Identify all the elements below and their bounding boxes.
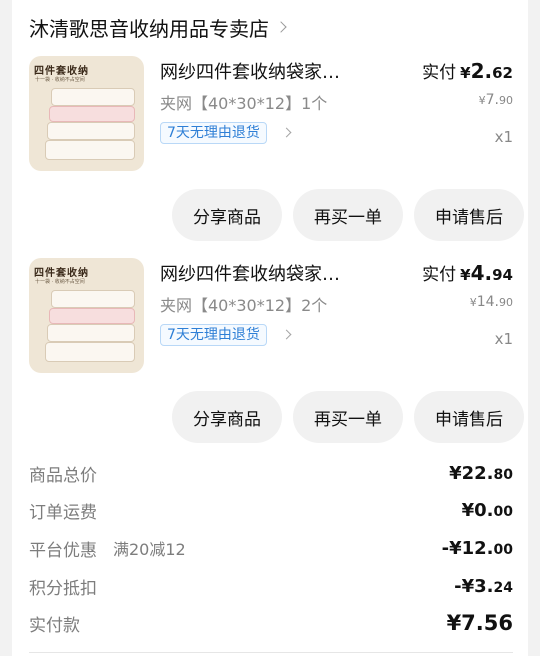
product-thumbnail[interactable]: 四件套收纳 十一袋 · 收纳不占空间 — [29, 258, 144, 373]
order-card: 沐清歌思音收纳用品专卖店 四件套收纳 十一袋 · 收纳不占空间 网纱四件套收纳袋… — [12, 0, 528, 656]
summary-label: 订单运费 — [29, 502, 97, 523]
thumbnail-subtitle: 十一袋 · 收纳不占空间 — [35, 279, 85, 285]
product-name[interactable]: 网纱四件套收纳袋家… — [160, 58, 410, 84]
summary-value: -¥3.24 — [454, 575, 513, 597]
paid-label: 实付 — [422, 63, 457, 83]
product-box-shape — [49, 308, 135, 324]
product-box-shape — [47, 324, 135, 342]
product-box-shape — [49, 106, 135, 122]
orig-currency: ¥ — [478, 94, 486, 107]
store-header[interactable]: 沐清歌思音收纳用品专卖店 — [29, 10, 287, 44]
share-product-button[interactable]: 分享商品 — [172, 189, 282, 241]
summary-row-paid: 实付款 ¥7.56 — [29, 608, 513, 638]
summary-value: ¥0.00 — [461, 499, 513, 521]
summary-value: ¥7.56 — [446, 611, 513, 635]
chevron-right-icon[interactable] — [281, 329, 292, 340]
order-item: 四件套收纳 十一袋 · 收纳不占空间 网纱四件套收纳袋家… 实付 ¥4.94 夹网… — [29, 258, 524, 446]
paid-price: 实付 ¥4.94 — [422, 260, 513, 285]
discount-note: 满20减12 — [113, 540, 186, 559]
return-policy-tag[interactable]: 7天无理由退货 — [160, 324, 267, 346]
summary-row-shipping: 订单运费 ¥0.00 — [29, 495, 513, 525]
original-price: ¥7.90 — [479, 92, 513, 108]
orig-decimal: 90 — [499, 94, 513, 107]
buy-again-button[interactable]: 再买一单 — [293, 189, 403, 241]
product-box-shape — [51, 290, 135, 308]
product-box-shape — [51, 88, 135, 106]
summary-label: 积分抵扣 — [29, 578, 97, 599]
paid-integer: 4. — [470, 261, 493, 285]
paid-currency: ¥ — [460, 64, 471, 82]
chevron-right-icon[interactable] — [281, 127, 292, 138]
store-name[interactable]: 沐清歌思音收纳用品专卖店 — [29, 13, 269, 42]
product-thumbnail[interactable]: 四件套收纳 十一袋 · 收纳不占空间 — [29, 56, 144, 171]
thumbnail-subtitle: 十一袋 · 收纳不占空间 — [35, 77, 85, 83]
product-box-shape — [45, 140, 135, 160]
orig-integer: 14. — [476, 294, 499, 310]
thumbnail-title: 四件套收纳 — [34, 66, 89, 77]
product-spec: 夹网【40*30*12】1个 — [160, 94, 328, 113]
orig-currency: ¥ — [469, 296, 477, 309]
thumbnail-title: 四件套收纳 — [34, 268, 89, 279]
return-policy-tag[interactable]: 7天无理由退货 — [160, 122, 267, 144]
summary-row-points: 积分抵扣 -¥3.24 — [29, 571, 513, 601]
paid-integer: 2. — [470, 59, 493, 83]
orig-decimal: 90 — [499, 296, 513, 309]
summary-row-total: 商品总价 ¥22.80 — [29, 458, 513, 488]
summary-value: -¥12.00 — [441, 537, 513, 559]
paid-label: 实付 — [422, 265, 457, 285]
product-spec: 夹网【40*30*12】2个 — [160, 296, 328, 315]
summary-label: 实付款 — [29, 615, 80, 636]
summary-label: 平台优惠 — [29, 540, 97, 561]
paid-price: 实付 ¥2.62 — [422, 58, 513, 83]
quantity: x1 — [494, 128, 513, 146]
quantity: x1 — [494, 330, 513, 348]
paid-decimal: 94 — [492, 266, 513, 284]
product-box-shape — [45, 342, 135, 362]
paid-currency: ¥ — [460, 266, 471, 284]
share-product-button[interactable]: 分享商品 — [172, 391, 282, 443]
paid-decimal: 62 — [492, 64, 513, 82]
summary-label: 商品总价 — [29, 465, 97, 486]
summary-row-discount: 平台优惠 满20减12 -¥12.00 — [29, 533, 513, 563]
product-box-shape — [47, 122, 135, 140]
original-price: ¥14.90 — [470, 294, 513, 310]
after-sales-button[interactable]: 申请售后 — [414, 189, 524, 241]
divider — [29, 652, 513, 653]
after-sales-button[interactable]: 申请售后 — [414, 391, 524, 443]
buy-again-button[interactable]: 再买一单 — [293, 391, 403, 443]
order-item: 四件套收纳 十一袋 · 收纳不占空间 网纱四件套收纳袋家… 实付 ¥2.62 夹网… — [29, 56, 524, 244]
summary-value: ¥22.80 — [449, 462, 513, 484]
orig-integer: 7. — [485, 92, 499, 108]
chevron-right-icon[interactable] — [275, 21, 287, 33]
product-name[interactable]: 网纱四件套收纳袋家… — [160, 260, 410, 286]
